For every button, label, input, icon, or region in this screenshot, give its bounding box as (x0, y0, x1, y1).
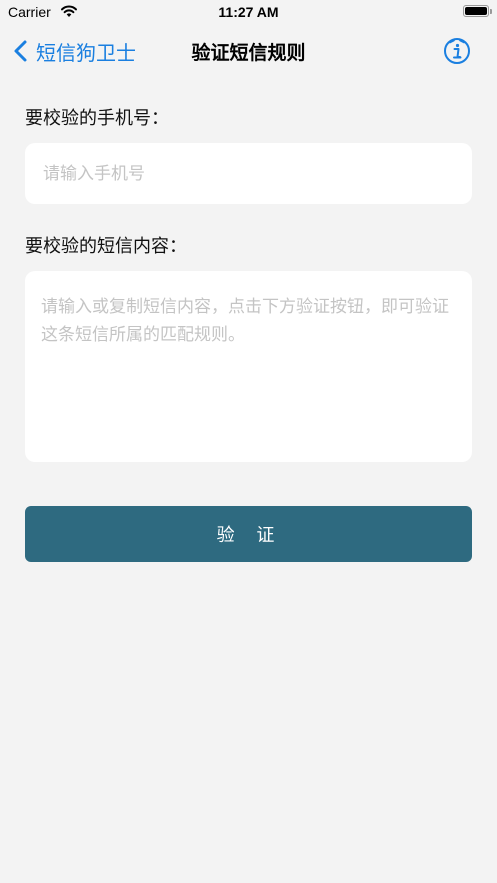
navigation-bar: 短信狗卫士 验证短信规则 (0, 26, 497, 76)
sms-content-label: 要校验的短信内容： (25, 236, 187, 257)
back-button-label: 短信狗卫士 (36, 40, 136, 65)
phone-input[interactable] (25, 143, 472, 204)
chevron-left-icon (14, 40, 27, 62)
back-button[interactable]: 短信狗卫士 (12, 34, 136, 68)
info-icon[interactable] (443, 37, 471, 65)
status-time: 11:27 AM (218, 4, 279, 20)
battery-icon (463, 5, 489, 17)
status-bar: Carrier 11:27 AM (0, 0, 497, 26)
phone-label: 要校验的手机号： (25, 108, 169, 129)
sms-content-textarea[interactable] (25, 271, 472, 462)
verify-button[interactable]: 验 证 (25, 506, 472, 562)
battery-tip (490, 9, 492, 14)
